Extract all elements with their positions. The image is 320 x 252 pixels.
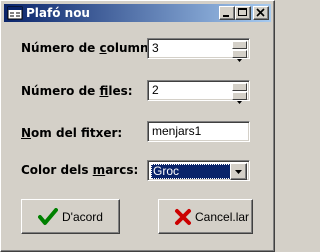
columns-value: 3 [152, 41, 159, 55]
frame-color-dropdown-button[interactable] [230, 163, 247, 180]
frame-color-select[interactable]: Groc [147, 160, 250, 181]
frame-color-label-text: Color dels [21, 163, 93, 177]
arrow-down-icon [237, 59, 242, 62]
filename-label-text: om del fitxer: [31, 126, 123, 140]
dialog-window: Plafó nou Número de columnes: 3 Número d… [0, 0, 275, 252]
rows-label-text: Número de [21, 84, 100, 98]
cancel-button[interactable]: Cancel.lar [158, 199, 253, 234]
columns-label-text: Número de [21, 41, 100, 55]
ok-button-label: D'acord [62, 210, 103, 224]
rows-label-text-end: iles: [108, 84, 133, 98]
columns-label-accel: c [99, 41, 107, 55]
close-icon [256, 8, 265, 17]
close-button[interactable] [253, 6, 269, 20]
checkmark-icon [38, 208, 58, 225]
maximize-icon [238, 8, 247, 16]
arrow-down-icon [237, 101, 242, 104]
minimize-button[interactable] [219, 6, 235, 20]
app-window-icon [7, 6, 23, 20]
columns-decrement-button[interactable] [232, 50, 247, 62]
ok-button[interactable]: D'acord [21, 199, 120, 234]
frame-color-label-accel: m [92, 163, 106, 177]
rows-decrement-button[interactable] [232, 92, 247, 104]
columns-increment-button[interactable] [232, 41, 247, 54]
title-bar[interactable]: Plafó nou [4, 4, 271, 22]
window-title: Plafó nou [26, 6, 90, 20]
rows-label: Número de files: [21, 84, 133, 98]
rows-value: 2 [152, 83, 159, 97]
columns-spinner[interactable] [232, 41, 247, 62]
frame-color-label-text-end: arcs: [105, 163, 139, 177]
rows-spinbox[interactable]: 2 [147, 80, 250, 104]
frame-color-selected-value: Groc [151, 164, 235, 179]
filename-label-accel: N [21, 126, 32, 140]
minimize-icon [223, 15, 229, 17]
frame-color-label: Color dels marcs: [21, 163, 138, 177]
maximize-button[interactable] [235, 6, 251, 20]
rows-increment-button[interactable] [232, 83, 247, 96]
filename-input[interactable]: menjars1 [147, 121, 250, 142]
chevron-down-icon [235, 170, 242, 174]
cancel-button-label: Cancel.lar [195, 210, 250, 224]
filename-value: menjars1 [152, 124, 202, 138]
cancel-x-icon [175, 209, 191, 225]
rows-spinner[interactable] [232, 83, 247, 104]
columns-spinbox[interactable]: 3 [147, 38, 250, 62]
filename-label: Nom del fitxer: [21, 126, 122, 140]
